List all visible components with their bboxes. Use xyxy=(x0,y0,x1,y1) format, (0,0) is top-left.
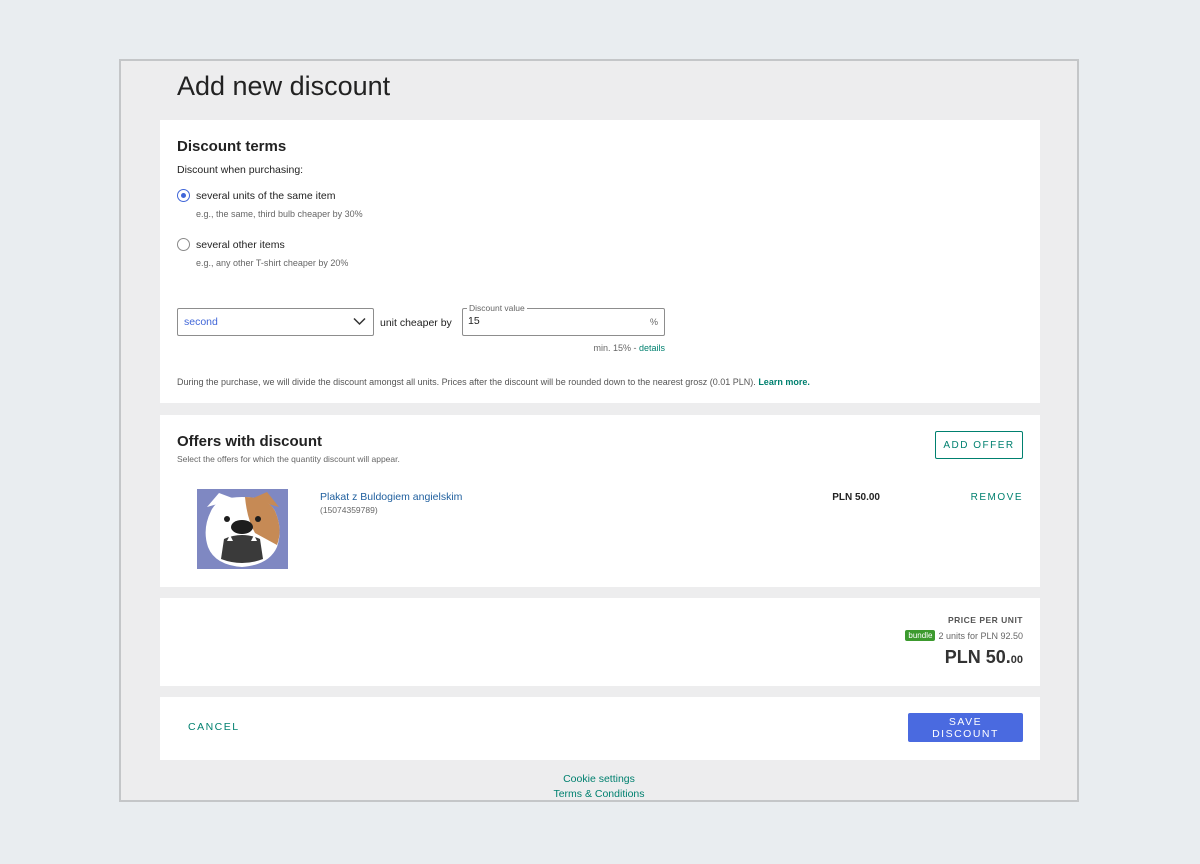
radio-other-items-hint: e.g., any other T-shirt cheaper by 20% xyxy=(196,258,349,268)
unit-select-value: second xyxy=(184,316,218,328)
save-discount-button[interactable]: SAVE DISCOUNT xyxy=(908,713,1023,742)
cancel-button[interactable]: CANCEL xyxy=(188,721,240,733)
offer-id: (15074359789) xyxy=(320,505,378,515)
min-discount-text: min. 15% - xyxy=(593,343,639,353)
add-offer-button[interactable]: ADD OFFER xyxy=(935,431,1023,459)
discount-value-input[interactable] xyxy=(468,315,638,327)
discount-value-label: Discount value xyxy=(467,303,527,313)
offer-price: PLN 50.00 xyxy=(832,492,880,503)
details-link[interactable]: details xyxy=(639,343,665,353)
price-per-unit-label: PRICE PER UNIT xyxy=(947,615,1023,625)
radio-other-items[interactable]: several other items xyxy=(177,238,285,251)
offers-heading: Offers with discount xyxy=(177,433,323,450)
offers-subtitle: Select the offers for which the quantity… xyxy=(177,454,400,464)
bulldog-image xyxy=(197,489,288,569)
radio-button-checked[interactable] xyxy=(177,189,190,202)
learn-more-link[interactable]: Learn more. xyxy=(758,377,810,387)
page-title: Add new discount xyxy=(177,71,391,101)
unit-price-cents: 00 xyxy=(1010,654,1023,666)
footer-links: Cookie settings Terms & Conditions xyxy=(121,772,1077,800)
bundle-badge: bundle xyxy=(905,630,936,641)
unit-select[interactable]: second xyxy=(177,308,374,336)
radio-same-item-hint: e.g., the same, third bulb cheaper by 30… xyxy=(196,209,363,219)
min-discount-note: min. 15% - details xyxy=(462,343,665,353)
radio-button-unchecked[interactable] xyxy=(177,238,190,251)
offers-card: Offers with discount Select the offers f… xyxy=(160,415,1040,587)
radio-same-item[interactable]: several units of the same item xyxy=(177,189,335,202)
discount-terms-heading: Discount terms xyxy=(177,138,287,155)
actions-card: CANCEL SAVE DISCOUNT xyxy=(160,697,1040,760)
info-text: During the purchase, we will divide the … xyxy=(177,377,759,387)
terms-conditions-link[interactable]: Terms & Conditions xyxy=(121,787,1077,800)
radio-same-item-label: several units of the same item xyxy=(196,189,336,202)
unit-cheaper-text: unit cheaper by xyxy=(380,317,452,329)
bundle-text: 2 units for PLN 92.50 xyxy=(938,630,1023,641)
offer-name-link[interactable]: Plakat z Buldogiem angielskim xyxy=(320,491,462,503)
price-summary-card: PRICE PER UNIT bundle 2 units for PLN 92… xyxy=(160,598,1040,686)
remove-offer-button[interactable]: REMOVE xyxy=(971,492,1023,503)
bundle-info: bundle 2 units for PLN 92.50 xyxy=(905,630,1023,641)
discount-when-label: Discount when purchasing: xyxy=(177,164,304,176)
unit-price-main: PLN 50. xyxy=(944,647,1011,667)
cookie-settings-link[interactable]: Cookie settings xyxy=(121,772,1077,787)
discount-terms-card: Discount terms Discount when purchasing:… xyxy=(160,120,1040,403)
offer-thumbnail[interactable] xyxy=(197,489,288,569)
app-frame: Add new discount Discount terms Discount… xyxy=(119,59,1079,802)
radio-other-items-label: several other items xyxy=(196,238,285,251)
unit-price: PLN 50.00 xyxy=(945,647,1023,668)
discount-value-field[interactable]: Discount value % xyxy=(462,303,665,336)
chevron-down-icon xyxy=(353,317,366,326)
discount-info-text: During the purchase, we will divide the … xyxy=(177,377,810,387)
percent-symbol: % xyxy=(649,317,658,327)
